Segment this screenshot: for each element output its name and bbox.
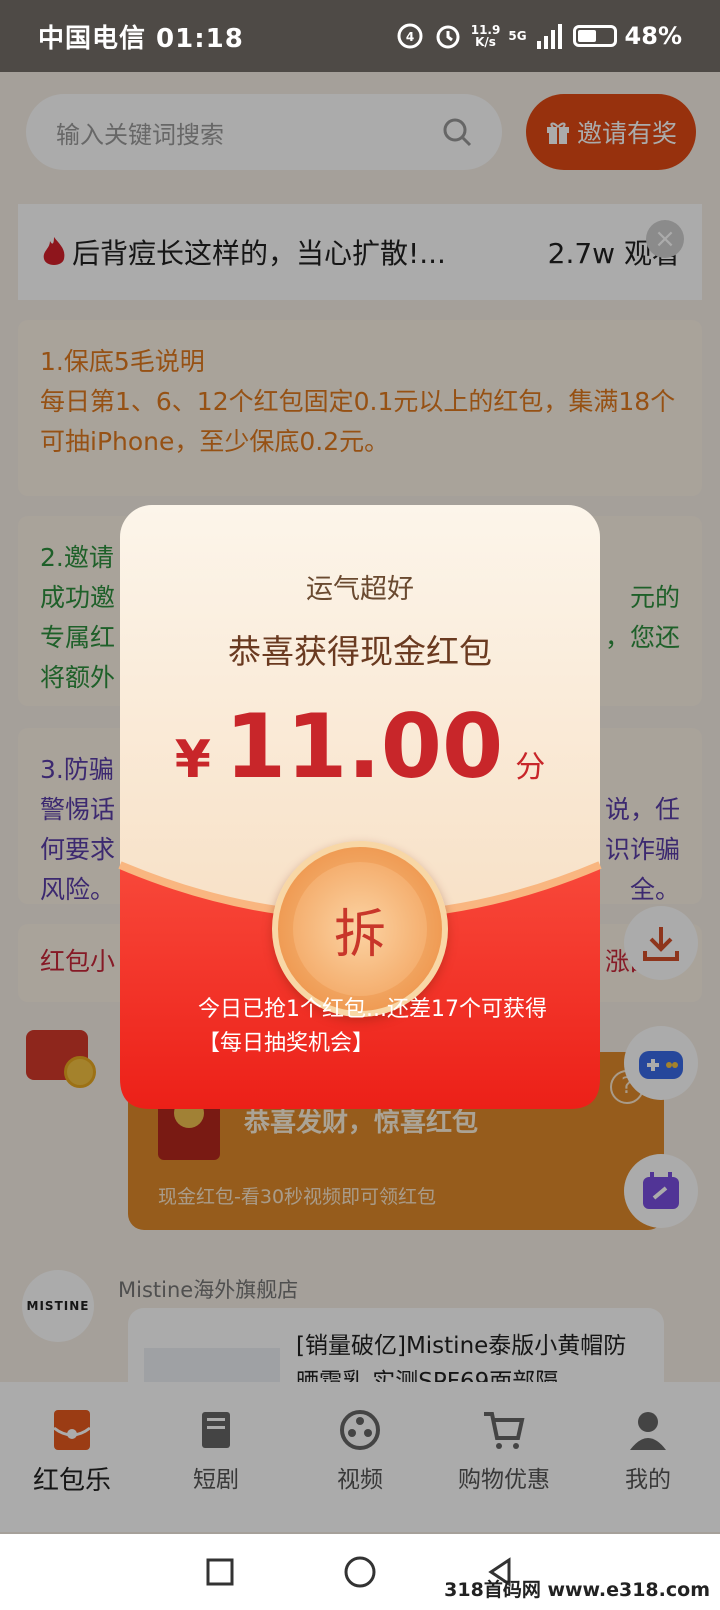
home-icon[interactable]	[343, 1555, 377, 1589]
popup-congrats: 恭喜获得现金红包	[228, 632, 492, 671]
carrier-time: 中国电信 01:18	[38, 23, 244, 54]
watermark: 318首码网 www.e318.com	[444, 1579, 710, 1601]
alarm-icon	[433, 21, 463, 51]
net-speed-unit: K/s	[475, 35, 496, 49]
battery-percent: 48%	[624, 22, 682, 50]
open-label: 拆	[293, 862, 427, 996]
status-icons: 4 11.9 K/s 5G 48%	[395, 21, 682, 51]
popup-amount: 11.00	[224, 695, 504, 798]
recents-icon[interactable]	[205, 1557, 235, 1587]
network-label: 5G	[508, 29, 527, 43]
popup-note: 今日已抢1个红包...还差17个可获得【每日抽奖机会】	[198, 997, 547, 1056]
net-speed: 11.9 K/s	[471, 24, 501, 48]
svg-text:4: 4	[406, 30, 414, 44]
red-packet-popup: 运气超好 恭喜获得现金红包 ¥11.00 分 拆 今日已抢1个红包...还差17个…	[118, 505, 602, 1115]
popup-unit: 分	[515, 750, 546, 785]
status-bar: 中国电信 01:18 4 11.9 K/s 5G 48%	[0, 0, 720, 72]
battery-icon	[572, 25, 617, 47]
open-button[interactable]: 拆	[272, 841, 448, 1017]
currency-symbol: ¥	[174, 730, 211, 790]
signal-icon	[535, 21, 565, 51]
nfc-icon: 4	[395, 21, 425, 51]
popup-lucky: 运气超好	[306, 574, 414, 605]
network-type: 5G	[508, 30, 526, 42]
popup-amount-row: ¥11.00 分	[120, 695, 600, 798]
